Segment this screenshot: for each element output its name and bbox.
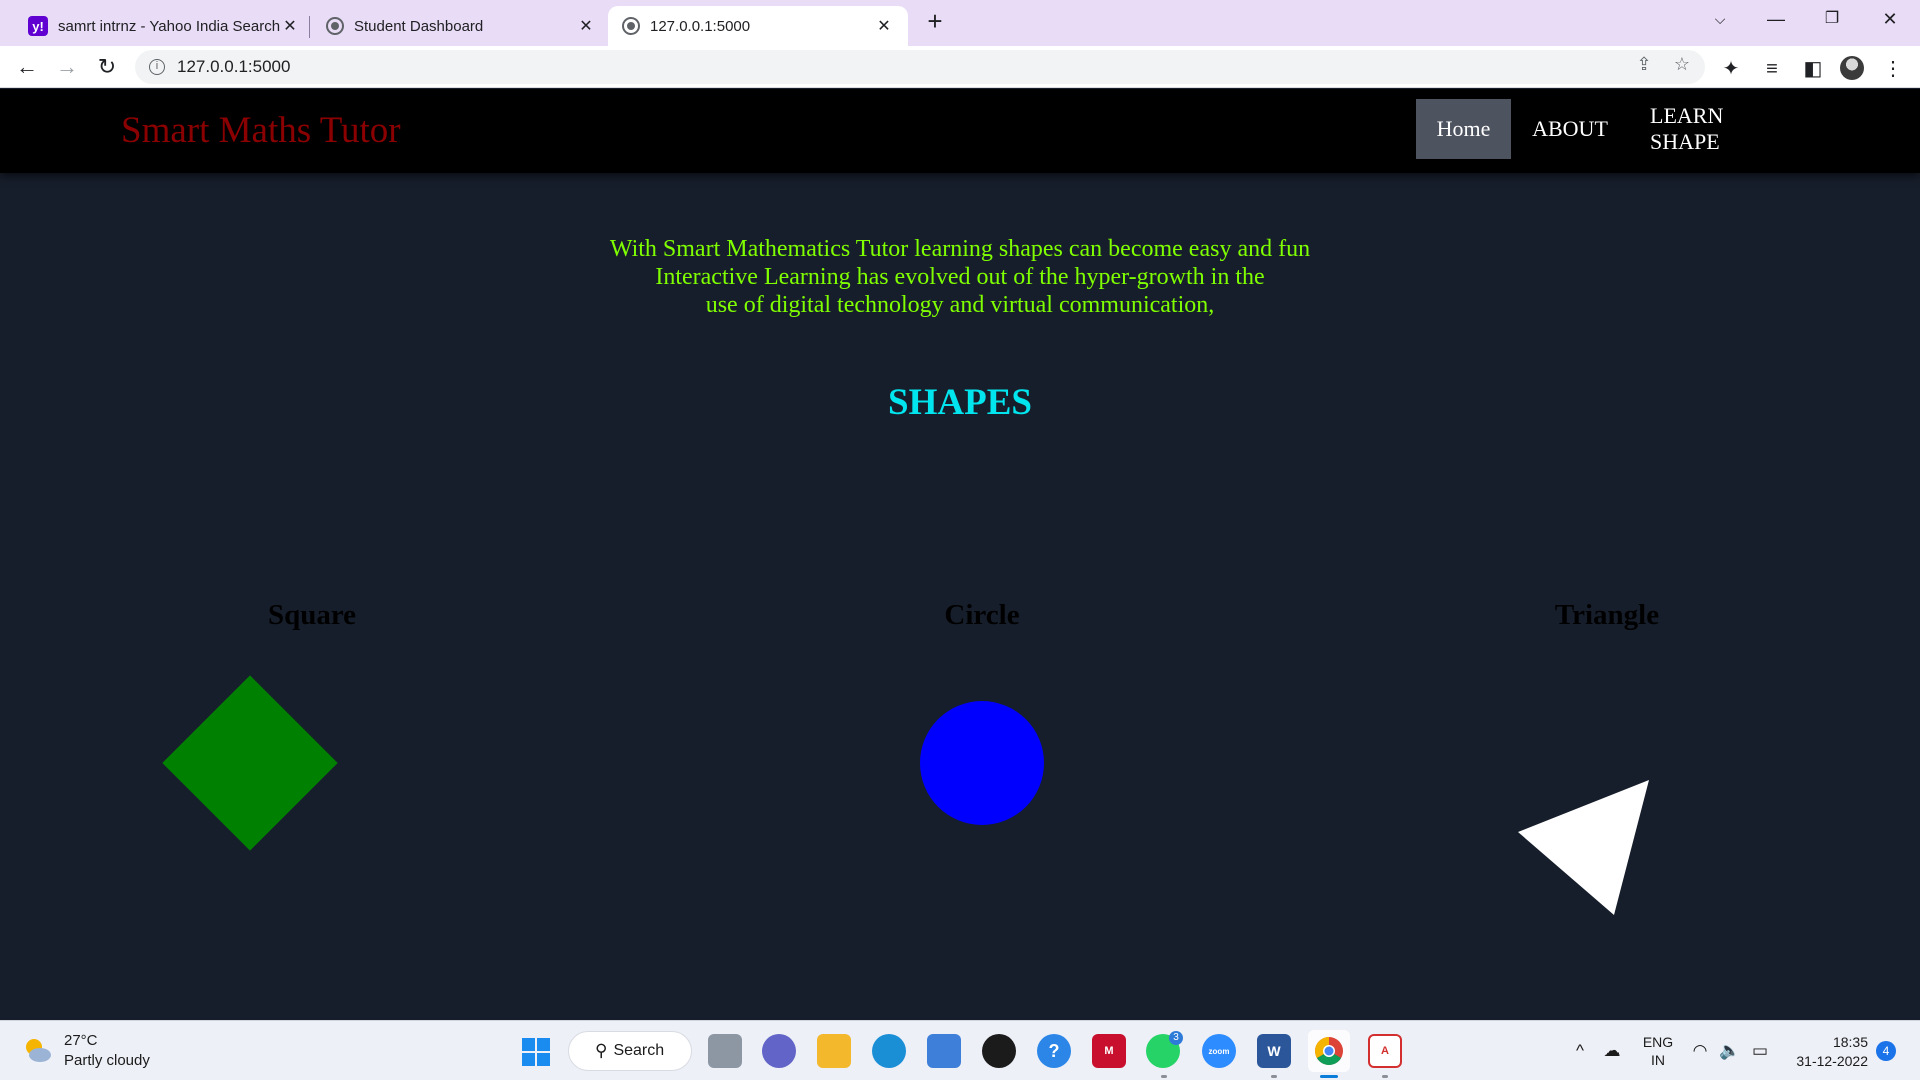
intro-line: With Smart Mathematics Tutor learning sh… <box>609 236 1311 262</box>
tab-separator <box>309 16 310 38</box>
search-icon: ⚲ <box>595 1041 608 1060</box>
word-icon[interactable]: W <box>1257 1034 1291 1068</box>
notification-badge[interactable]: 4 <box>1876 1041 1896 1061</box>
running-indicator <box>1382 1075 1388 1078</box>
mcafee-icon[interactable]: M <box>1092 1034 1126 1068</box>
nav-learn-shape[interactable]: LEARN SHAPE <box>1630 99 1816 159</box>
site-info-icon[interactable]: i <box>149 59 165 75</box>
teams-chat-icon[interactable] <box>762 1034 796 1068</box>
share-icon[interactable]: ⇪ <box>1630 50 1658 78</box>
chrome-icon[interactable] <box>1308 1030 1350 1072</box>
edge-icon[interactable] <box>872 1034 906 1068</box>
intro-text: With Smart Mathematics Tutor learning sh… <box>460 235 1460 319</box>
close-icon[interactable]: ✕ <box>874 16 894 36</box>
file-explorer-icon[interactable] <box>817 1034 851 1068</box>
url-bar[interactable]: i 127.0.0.1:5000 <box>135 50 1705 84</box>
intro-line: Interactive Learning has evolved out of … <box>655 264 1265 290</box>
new-tab-button[interactable]: + <box>920 6 950 36</box>
back-button[interactable]: ← <box>12 52 42 82</box>
windows-taskbar: 27°C Partly cloudy ⚲ Search ? M 3 zoom W… <box>0 1020 1920 1080</box>
address-toolbar: ← → ↻ i 127.0.0.1:5000 ⇪ ☆ ✦ ≡ ◧ ⋮ <box>0 46 1920 88</box>
clock-date: 31-12-2022 <box>1796 1053 1868 1069</box>
taskbar-search[interactable]: ⚲ Search <box>568 1031 692 1071</box>
minimize-button[interactable]: — <box>1756 4 1796 34</box>
chevron-up-icon[interactable]: ^ <box>1568 1039 1592 1063</box>
search-label: Search <box>613 1042 665 1059</box>
profile-avatar[interactable] <box>1840 56 1866 82</box>
close-icon[interactable]: ✕ <box>280 16 300 36</box>
volume-icon[interactable]: 🔈 <box>1718 1039 1742 1063</box>
square-label: Square <box>267 599 357 631</box>
zoom-icon[interactable]: zoom <box>1202 1034 1236 1068</box>
system-clock[interactable]: 18:35 31-12-2022 <box>1788 1033 1868 1071</box>
wifi-icon[interactable]: ◠ <box>1688 1039 1712 1063</box>
tab-title: samrt intrnz - Yahoo India Search <box>58 17 280 35</box>
bookmark-star-icon[interactable]: ☆ <box>1668 50 1696 78</box>
onedrive-cloud-icon[interactable]: ☁ <box>1600 1039 1624 1063</box>
site-brand[interactable]: Smart Maths Tutor <box>121 109 401 152</box>
shapes-heading: SHAPES <box>888 382 1032 423</box>
tab-localhost[interactable]: 127.0.0.1:5000 ✕ <box>608 6 908 46</box>
app-icon[interactable] <box>982 1034 1016 1068</box>
restore-button[interactable]: ❐ <box>1812 4 1852 34</box>
language-code: ENG <box>1642 1034 1674 1050</box>
globe-icon <box>326 17 344 35</box>
tab-title: 127.0.0.1:5000 <box>650 17 751 35</box>
browser-tab-strip: y! samrt intrnz - Yahoo India Search ✕ S… <box>0 0 1920 46</box>
circle-label: Circle <box>944 599 1020 631</box>
help-icon[interactable]: ? <box>1037 1034 1071 1068</box>
site-navbar: Smart Maths Tutor Home ABOUT LEARN SHAPE <box>0 89 1920 173</box>
whatsapp-badge: 3 <box>1169 1031 1183 1045</box>
yahoo-icon: y! <box>28 16 48 36</box>
tab-student-dashboard[interactable]: Student Dashboard ✕ <box>312 6 610 46</box>
nav-home[interactable]: Home <box>1416 99 1511 159</box>
tab-title: Student Dashboard <box>354 17 484 35</box>
running-indicator <box>1161 1075 1167 1078</box>
more-menu-icon[interactable]: ⋮ <box>1880 56 1906 82</box>
nav-about[interactable]: ABOUT <box>1512 99 1628 159</box>
side-panel-icon[interactable]: ◧ <box>1800 56 1826 82</box>
extensions-icon[interactable]: ✦ <box>1718 56 1744 82</box>
window-close-button[interactable]: ✕ <box>1870 4 1910 34</box>
forward-button[interactable]: → <box>52 52 82 82</box>
circle-shape <box>920 701 1044 825</box>
clock-time: 18:35 <box>1832 1034 1868 1050</box>
weather-description[interactable]: Partly cloudy <box>64 1052 150 1069</box>
triangle-label: Triangle <box>1554 599 1660 631</box>
weather-temperature[interactable]: 27°C <box>64 1032 98 1049</box>
region-code: IN <box>1651 1052 1665 1068</box>
close-icon[interactable]: ✕ <box>576 16 596 36</box>
media-control-icon[interactable]: ≡ <box>1759 56 1785 82</box>
reload-button[interactable]: ↻ <box>92 52 122 82</box>
language-indicator[interactable]: ENG IN <box>1640 1033 1676 1069</box>
start-button[interactable] <box>522 1038 550 1066</box>
acrobat-icon[interactable]: A <box>1368 1034 1402 1068</box>
url-text: 127.0.0.1:5000 <box>177 57 291 76</box>
triangle-shape <box>1518 780 1649 915</box>
microsoft-store-icon[interactable] <box>927 1034 961 1068</box>
globe-icon <box>622 17 640 35</box>
partly-cloudy-icon[interactable] <box>22 1035 52 1065</box>
battery-icon[interactable]: ▭ <box>1748 1039 1772 1063</box>
intro-line: use of digital technology and virtual co… <box>705 292 1215 318</box>
running-indicator <box>1271 1075 1277 1078</box>
active-app-indicator <box>1320 1075 1338 1078</box>
tab-yahoo-search[interactable]: y! samrt intrnz - Yahoo India Search ✕ <box>14 6 314 46</box>
tab-search-chevron-icon[interactable]: ⌵ <box>1700 4 1740 34</box>
task-view-icon[interactable] <box>708 1034 742 1068</box>
